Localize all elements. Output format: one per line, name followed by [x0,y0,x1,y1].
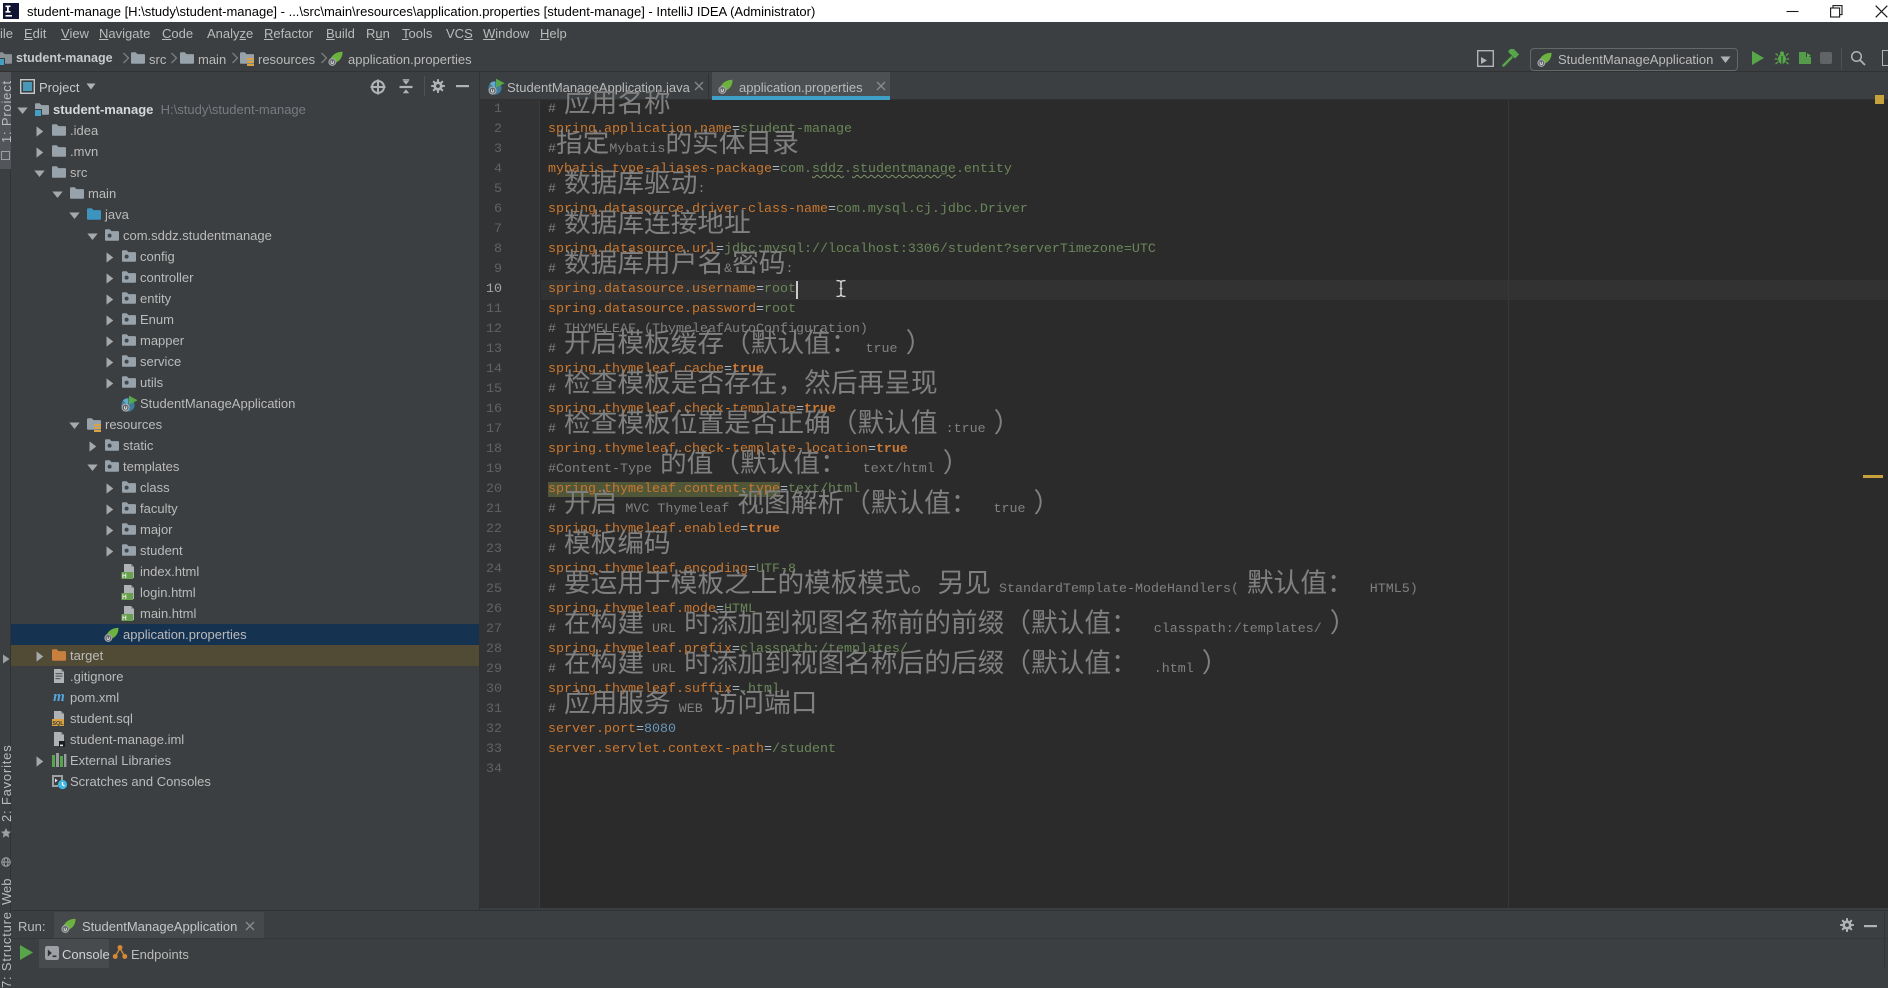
svg-text:H: H [122,594,127,600]
svg-text:H: H [122,615,127,621]
svg-text:H: H [122,573,127,579]
svg-text:SQL: SQL [52,721,64,726]
